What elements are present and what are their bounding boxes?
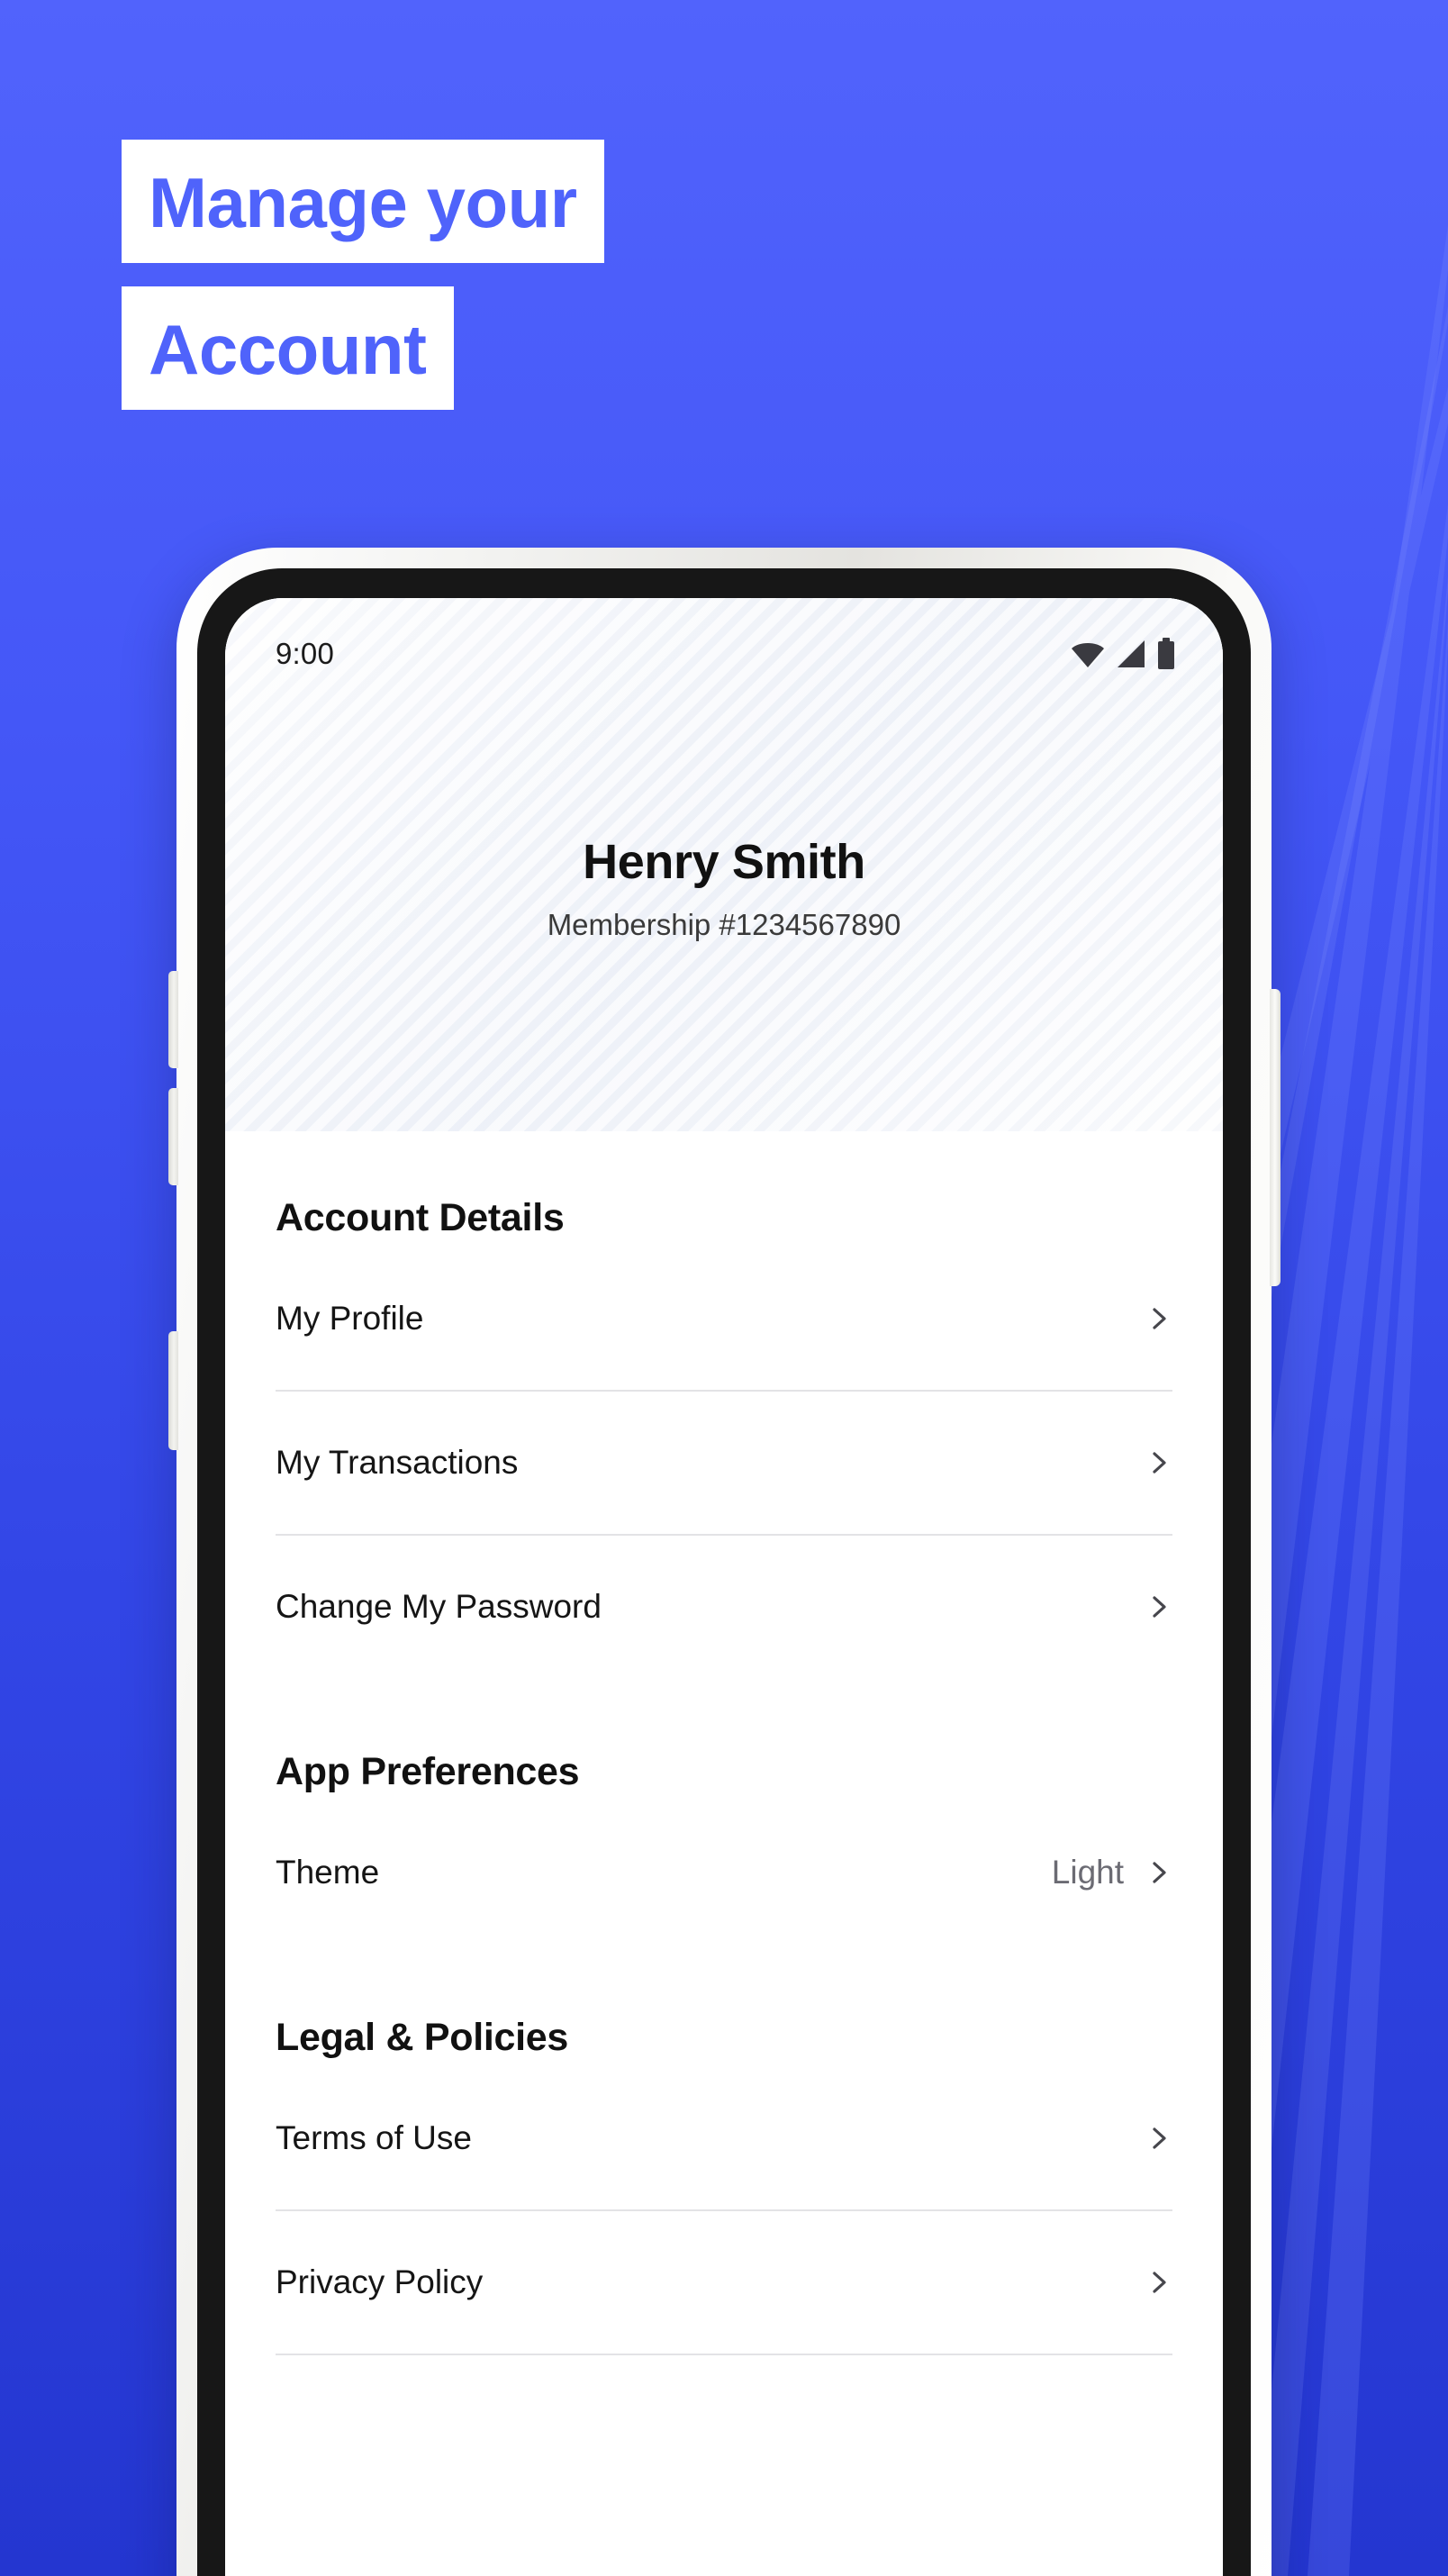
promo-headline: Manage your Account xyxy=(122,140,604,410)
list-item-label: My Profile xyxy=(276,1300,424,1337)
list-divider xyxy=(276,2354,1172,2355)
list-item-accessory xyxy=(1145,1449,1172,1476)
phone-volume-down-button[interactable] xyxy=(168,1088,178,1185)
chevron-right-icon xyxy=(1153,1452,1166,1474)
list-item-label: Change My Password xyxy=(276,1588,602,1625)
account-settings-list: Account Details My Profile My Transactio… xyxy=(225,1131,1223,2355)
list-item-privacy-policy[interactable]: Privacy Policy xyxy=(276,2211,1172,2354)
profile-summary: Henry Smith Membership #1234567890 xyxy=(225,834,1223,942)
list-item-label: Theme xyxy=(276,1854,380,1891)
wifi-icon xyxy=(1072,643,1104,667)
chevron-right-icon xyxy=(1153,2272,1166,2293)
phone-volume-up-button[interactable] xyxy=(168,971,178,1068)
headline-line-1: Manage your xyxy=(122,140,604,263)
phone-power-button[interactable] xyxy=(1270,989,1281,1286)
chevron-right-icon xyxy=(1153,1308,1166,1329)
list-item-label: Privacy Policy xyxy=(276,2263,484,2300)
list-item-accessory xyxy=(1145,2125,1172,2152)
headline-line-2: Account xyxy=(122,286,454,410)
status-bar: 9:00 xyxy=(225,629,1223,679)
list-item-my-profile[interactable]: My Profile xyxy=(276,1247,1172,1390)
list-item-accessory xyxy=(1145,1593,1172,1620)
account-header-banner: 9:00 Henry Smith Membership #1234567890 xyxy=(225,598,1223,1131)
theme-current-value: Light xyxy=(1051,1854,1124,1891)
section-title-account-details: Account Details xyxy=(276,1196,565,1239)
profile-name: Henry Smith xyxy=(583,835,865,889)
list-item-accessory: Light xyxy=(1052,1854,1172,1891)
phone-mute-switch[interactable] xyxy=(168,1331,178,1450)
cellular-signal-icon xyxy=(1118,640,1145,667)
list-item-label: Terms of Use xyxy=(276,2119,472,2156)
phone-screen: 9:00 Henry Smith Membership #1234567890 … xyxy=(225,598,1223,2576)
chevron-right-icon xyxy=(1153,2127,1166,2149)
status-bar-icons xyxy=(1070,638,1176,670)
phone-mockup: 9:00 Henry Smith Membership #1234567890 … xyxy=(168,548,1281,2576)
list-item-terms-of-use[interactable]: Terms of Use xyxy=(276,2067,1172,2209)
chevron-right-icon xyxy=(1153,1596,1166,1618)
list-item-accessory xyxy=(1145,1305,1172,1332)
battery-icon xyxy=(1158,638,1174,669)
list-item-theme[interactable]: Theme Light xyxy=(276,1801,1172,1944)
list-item-change-my-password[interactable]: Change My Password xyxy=(276,1536,1172,1678)
chevron-right-icon xyxy=(1153,1862,1166,1883)
profile-membership-number: Membership #1234567890 xyxy=(547,908,901,941)
list-item-my-transactions[interactable]: My Transactions xyxy=(276,1392,1172,1534)
section-title-app-preferences: App Preferences xyxy=(276,1750,580,1793)
list-item-label: My Transactions xyxy=(276,1444,519,1481)
section-title-legal-policies: Legal & Policies xyxy=(276,2016,568,2059)
list-item-accessory xyxy=(1145,2269,1172,2296)
status-bar-clock: 9:00 xyxy=(276,637,335,670)
promo-stage: Manage your Account 9:00 Henry Smith Mem… xyxy=(0,0,1448,2576)
